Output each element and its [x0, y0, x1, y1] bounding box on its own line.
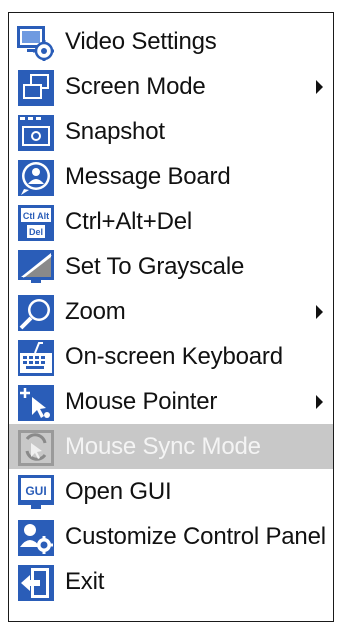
menu-item-set-to-grayscale[interactable]: Set To Grayscale — [9, 244, 333, 289]
menu-item-on-screen-keyboard[interactable]: On-screen Keyboard — [9, 334, 333, 379]
exit-icon — [15, 562, 55, 602]
ctrl-alt-del-icon: Ctl Alt Del — [15, 202, 55, 242]
menu-item-label: Zoom — [65, 297, 126, 325]
video-settings-icon — [15, 22, 55, 62]
menu-item-video-settings[interactable]: Video Settings — [9, 19, 333, 64]
snapshot-icon — [15, 112, 55, 152]
menu-item-zoom[interactable]: Zoom — [9, 289, 333, 334]
menu-item-label: Ctrl+Alt+Del — [65, 207, 192, 235]
menu-item-label: Screen Mode — [65, 72, 206, 100]
menu-item-mouse-pointer[interactable]: Mouse Pointer — [9, 379, 333, 424]
menu-item-exit[interactable]: Exit — [9, 559, 333, 604]
open-gui-icon: GUI — [15, 472, 55, 512]
gui-icon-text: GUI — [25, 484, 46, 498]
zoom-icon — [15, 292, 55, 332]
submenu-arrow-icon — [316, 79, 323, 94]
customize-panel-icon — [15, 517, 55, 557]
grayscale-icon — [15, 247, 55, 287]
menu-item-ctrl-alt-del[interactable]: Ctl Alt Del Ctrl+Alt+Del — [9, 199, 333, 244]
ctrl-alt-key-text: Ctl Alt — [23, 211, 49, 221]
keyboard-icon — [15, 337, 55, 377]
menu-item-label: Open GUI — [65, 477, 172, 505]
control-panel-menu: Video Settings Screen Mode Snapshot Mess… — [8, 12, 334, 622]
menu-item-label: Message Board — [65, 162, 231, 190]
menu-item-label: Video Settings — [65, 27, 217, 55]
menu-item-label: Customize Control Panel — [65, 522, 326, 550]
menu-item-customize-control-panel[interactable]: Customize Control Panel — [9, 514, 333, 559]
menu-item-open-gui[interactable]: GUI Open GUI — [9, 469, 333, 514]
del-key-text: Del — [29, 227, 43, 237]
menu-item-label: Mouse Pointer — [65, 387, 218, 415]
submenu-arrow-icon — [316, 304, 323, 319]
menu-item-label: Snapshot — [65, 117, 165, 145]
mouse-pointer-icon — [15, 382, 55, 422]
menu-item-message-board[interactable]: Message Board — [9, 154, 333, 199]
menu-list: Video Settings Screen Mode Snapshot Mess… — [9, 13, 333, 621]
menu-item-screen-mode[interactable]: Screen Mode — [9, 64, 333, 109]
message-board-icon — [15, 157, 55, 197]
menu-item-label: On-screen Keyboard — [65, 342, 283, 370]
menu-item-label: Mouse Sync Mode — [65, 432, 261, 460]
mouse-sync-icon — [15, 427, 55, 467]
menu-item-snapshot[interactable]: Snapshot — [9, 109, 333, 154]
submenu-arrow-icon — [316, 394, 323, 409]
menu-item-label: Exit — [65, 567, 105, 595]
menu-item-mouse-sync-mode[interactable]: Mouse Sync Mode — [9, 424, 333, 469]
menu-item-label: Set To Grayscale — [65, 252, 245, 280]
screen-mode-icon — [15, 67, 55, 107]
screenshot-frame: Video Settings Screen Mode Snapshot Mess… — [0, 0, 340, 635]
